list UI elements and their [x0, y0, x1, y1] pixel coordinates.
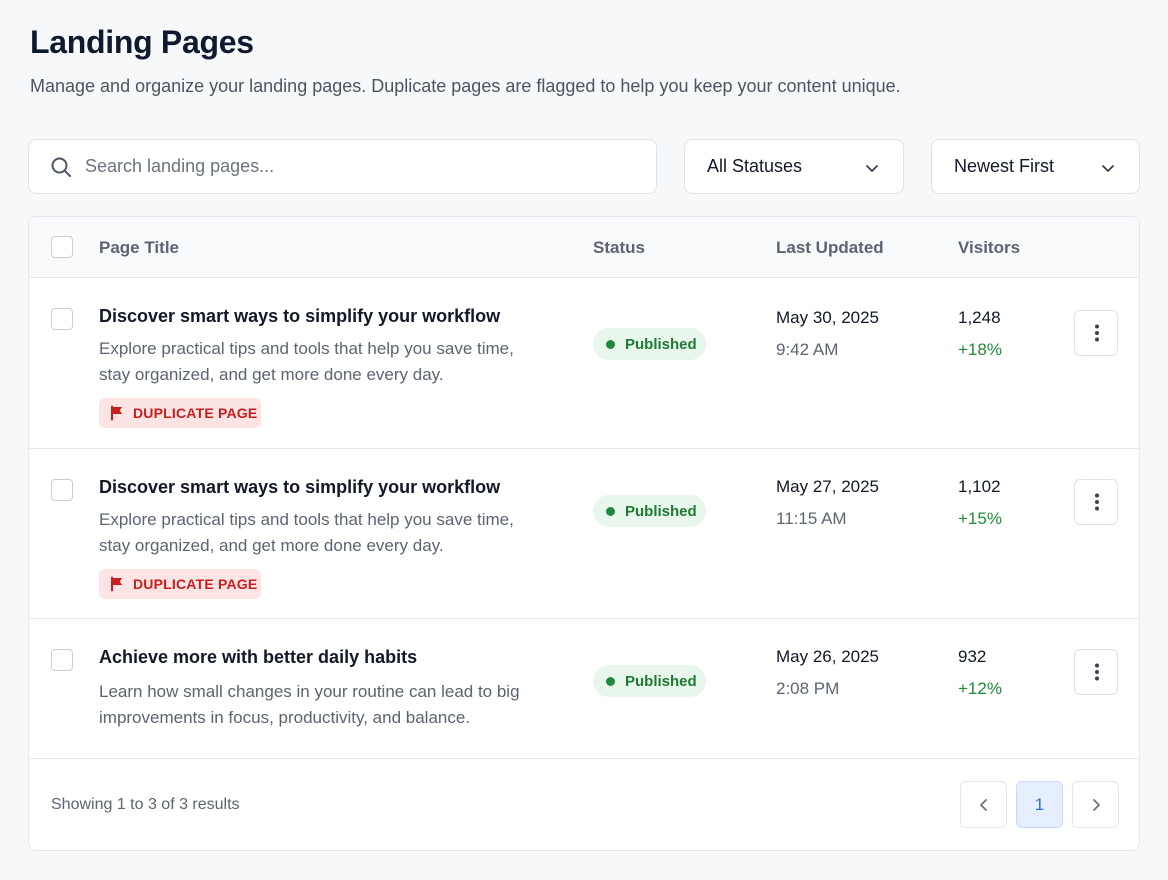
chevron-right-icon	[1092, 798, 1100, 811]
visitors-count: 1,102	[958, 477, 1001, 496]
row-checkbox[interactable]	[51, 649, 73, 671]
last-updated-date: May 26, 2025	[776, 647, 880, 666]
status-dot-icon	[606, 676, 615, 686]
row-title[interactable]: Achieve more with better daily habits	[99, 647, 417, 668]
last-updated-date: May 30, 2025	[776, 308, 880, 327]
status-label: Published	[625, 502, 697, 520]
page-1-button[interactable]: 1	[1016, 781, 1063, 828]
results-summary: Showing 1 to 3 of 3 results	[51, 796, 240, 813]
status-label: Published	[625, 672, 697, 690]
search-input[interactable]	[85, 140, 645, 193]
row-actions-button[interactable]	[1074, 310, 1118, 356]
landing-pages-page: Landing Pages Manage and organize your l…	[0, 0, 1168, 880]
visitors-change: +18%	[958, 340, 1002, 359]
table-row[interactable]: Achieve more with better daily habits Le…	[29, 619, 1139, 759]
previous-page-button[interactable]	[960, 781, 1007, 828]
duplicate-page-badge: DUPLICATE PAGE	[99, 398, 261, 428]
status-dot-icon	[606, 339, 615, 349]
table-row[interactable]: Discover smart ways to simplify your wor…	[29, 449, 1139, 619]
status-filter-select[interactable]: All Statuses	[684, 139, 904, 194]
status-filter-value: All Statuses	[707, 156, 803, 176]
search-icon	[51, 157, 71, 177]
status-badge: Published	[593, 495, 706, 527]
duplicate-page-label: DUPLICATE PAGE	[133, 405, 258, 421]
page-subtitle: Manage and organize your landing pages. …	[30, 76, 901, 96]
more-vertical-icon	[1095, 663, 1099, 681]
chevron-down-icon	[1102, 165, 1114, 172]
status-badge: Published	[593, 328, 706, 360]
column-header-status[interactable]: Status	[593, 238, 645, 258]
chevron-down-icon	[866, 165, 878, 172]
next-page-button[interactable]	[1072, 781, 1119, 828]
column-header-visitors[interactable]: Visitors	[958, 238, 1020, 258]
column-header-title[interactable]: Page Title	[99, 238, 179, 258]
row-actions-button[interactable]	[1074, 649, 1118, 695]
visitors-count: 932	[958, 647, 987, 666]
row-title[interactable]: Discover smart ways to simplify your wor…	[99, 477, 500, 498]
row-description: Learn how small changes in your routine …	[99, 682, 520, 727]
visitors-change: +15%	[958, 509, 1002, 528]
landing-pages-table: Page Title Status Last Updated Visitors …	[28, 216, 1140, 851]
row-description: Explore practical tips and tools that he…	[99, 339, 514, 384]
page-title: Landing Pages	[30, 24, 254, 60]
select-all-checkbox[interactable]	[51, 236, 73, 258]
last-updated-date: May 27, 2025	[776, 477, 880, 496]
status-label: Published	[625, 335, 697, 353]
row-actions-button[interactable]	[1074, 479, 1118, 525]
flag-icon	[111, 576, 122, 592]
last-updated-time: 11:15 AM	[776, 509, 847, 528]
column-header-last-updated[interactable]: Last Updated	[776, 238, 884, 258]
status-badge: Published	[593, 665, 706, 697]
more-vertical-icon	[1095, 493, 1099, 511]
visitors-count: 1,248	[958, 308, 1001, 327]
duplicate-page-badge: DUPLICATE PAGE	[99, 569, 261, 599]
search-box[interactable]	[28, 139, 657, 194]
status-dot-icon	[606, 506, 615, 516]
table-row[interactable]: Discover smart ways to simplify your wor…	[29, 278, 1139, 449]
duplicate-page-label: DUPLICATE PAGE	[133, 576, 258, 592]
flag-icon	[111, 405, 122, 421]
sort-value: Newest First	[954, 156, 1055, 176]
sort-select[interactable]: Newest First	[931, 139, 1140, 194]
chevron-left-icon	[979, 798, 987, 811]
table-header: Page Title Status Last Updated Visitors	[29, 217, 1139, 278]
last-updated-time: 9:42 AM	[776, 340, 839, 359]
row-checkbox[interactable]	[51, 479, 73, 501]
row-title[interactable]: Discover smart ways to simplify your wor…	[99, 306, 500, 327]
last-updated-time: 2:08 PM	[776, 679, 840, 698]
row-checkbox[interactable]	[51, 308, 73, 330]
more-vertical-icon	[1095, 324, 1099, 342]
visitors-change: +12%	[958, 679, 1002, 698]
row-description: Explore practical tips and tools that he…	[99, 510, 514, 555]
